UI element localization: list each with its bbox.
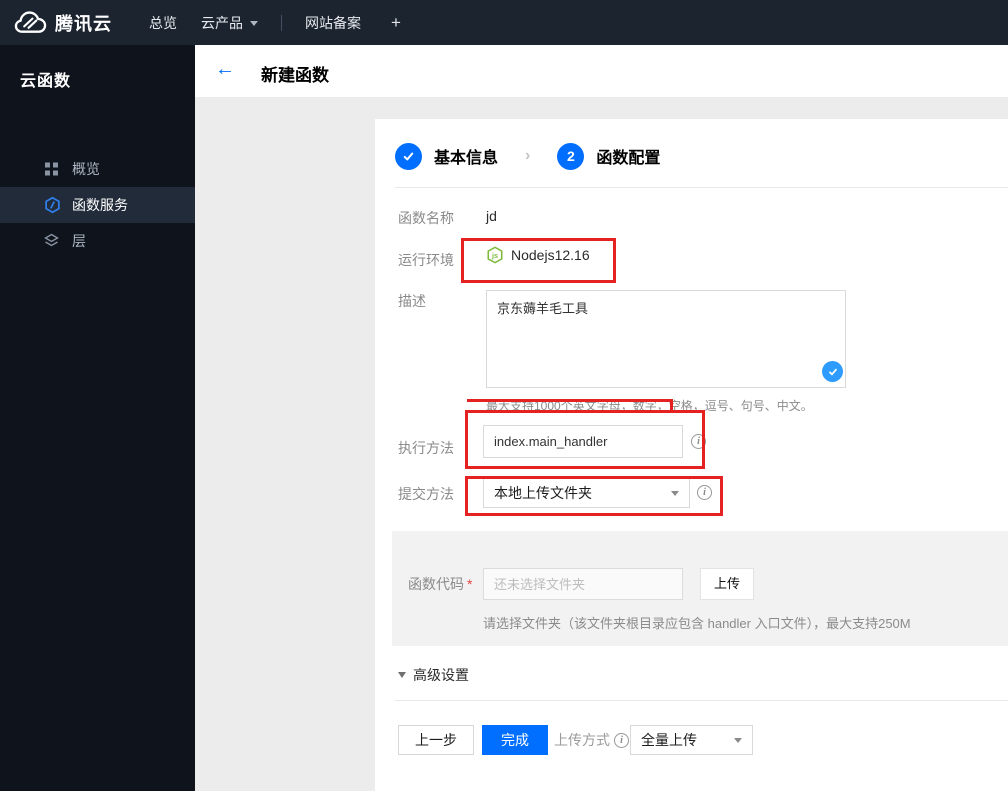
required-asterisk: * [467, 576, 473, 592]
grid-icon [44, 162, 59, 177]
scf-hexagon-icon [44, 196, 61, 214]
step1-circle [395, 142, 422, 170]
function-code-label-text: 函数代码 [408, 576, 464, 592]
function-code-label: 函数代码 * [408, 568, 472, 600]
upload-mode-label: 上传方式 [554, 732, 610, 748]
handler-info-icon[interactable]: i [691, 434, 706, 449]
submit-method-info-icon[interactable]: i [697, 485, 712, 500]
nav-add-button[interactable]: + [391, 13, 401, 33]
nav-divider [281, 14, 282, 31]
upload-mode-select[interactable]: 全量上传 [630, 725, 753, 755]
svg-text:js: js [491, 251, 498, 260]
nav-products-label: 云产品 [201, 14, 243, 31]
runtime-value: Nodejs12.16 [511, 247, 590, 263]
sidebar-item-label: 概览 [72, 161, 100, 177]
tencent-cloud-logo-icon[interactable] [14, 10, 47, 35]
submit-method-label: 提交方法 [398, 486, 454, 502]
function-name-value: jd [486, 208, 497, 224]
page-title: 新建函数 [261, 66, 329, 85]
handler-label: 执行方法 [398, 440, 454, 456]
function-code-hint: 请选择文件夹（该文件夹根目录应包含 handler 入口文件），最大支持250M [483, 616, 911, 631]
create-function-page: { "navbar": { "brand": "腾讯云", "overview"… [0, 0, 1008, 791]
advanced-settings-label: 高级设置 [413, 667, 469, 683]
chevron-down-icon [734, 737, 742, 743]
check-icon [403, 152, 414, 160]
sidebar-item-label: 层 [72, 233, 86, 249]
divider [395, 187, 1008, 188]
step-chevron-icon: › [525, 147, 531, 164]
folder-path-input[interactable] [483, 568, 683, 600]
back-arrow-icon[interactable]: ← [215, 58, 235, 81]
runtime-value-group: js Nodejs12.16 [486, 246, 590, 264]
step-indicator: 基本信息 › 2 函数配置 [395, 142, 660, 170]
sidebar-item-layers[interactable]: 层 [0, 223, 195, 259]
chevron-down-icon [250, 21, 258, 26]
brand-name[interactable]: 腾讯云 [55, 10, 112, 36]
function-name-label: 函数名称 [398, 210, 454, 226]
nav-beian[interactable]: 网站备案 [305, 13, 361, 33]
sidebar: 云函数 概览 函数服务 层 [0, 45, 195, 791]
handler-input[interactable] [483, 425, 683, 458]
divider [395, 700, 1008, 701]
triangle-down-icon [398, 672, 406, 678]
sidebar-item-label: 函数服务 [72, 197, 128, 213]
description-label: 描述 [398, 293, 426, 309]
description-hint: 最大支持1000个英文字母，数字，空格，逗号、句号、中文。 [486, 399, 813, 413]
page-header: ← 新建函数 [195, 45, 1008, 97]
step2-label: 函数配置 [596, 150, 661, 167]
step2-circle: 2 [557, 142, 585, 170]
function-code-section: 函数代码* 上传 请选择文件夹（该文件夹根目录应包含 handler 入口文件）… [392, 531, 1008, 646]
runtime-label: 运行环境 [398, 252, 454, 268]
create-function-panel: 基本信息 › 2 函数配置 函数名称 jd 运行环境 js Nodejs12.1… [375, 119, 1008, 791]
chevron-down-icon [671, 490, 679, 496]
top-navbar: 腾讯云 总览 云产品 网站备案 + [0, 0, 1008, 45]
description-valid-icon [822, 361, 843, 382]
submit-method-select[interactable]: 本地上传文件夹 [483, 478, 690, 508]
finish-button[interactable]: 完成 [482, 725, 548, 755]
upload-mode-group: 上传方式 i [554, 725, 629, 755]
description-textarea[interactable]: 京东薅羊毛工具 [486, 290, 846, 388]
sidebar-title: 云函数 [20, 73, 72, 90]
nav-products[interactable]: 云产品 [201, 13, 258, 33]
previous-step-button[interactable]: 上一步 [398, 725, 474, 755]
upload-mode-value: 全量上传 [641, 732, 697, 748]
sidebar-item-overview[interactable]: 概览 [0, 151, 195, 187]
advanced-settings-toggle[interactable]: 高级设置 [398, 665, 469, 685]
sidebar-menu: 概览 函数服务 层 [0, 151, 195, 259]
step1-label: 基本信息 [434, 150, 499, 167]
upload-mode-info-icon[interactable]: i [614, 732, 629, 748]
nav-overview[interactable]: 总览 [149, 13, 177, 33]
layers-icon [44, 233, 59, 249]
submit-method-value: 本地上传文件夹 [494, 485, 592, 501]
nodejs-icon: js [487, 246, 503, 264]
sidebar-item-function-service[interactable]: 函数服务 [0, 187, 195, 223]
upload-button[interactable]: 上传 [700, 568, 754, 600]
